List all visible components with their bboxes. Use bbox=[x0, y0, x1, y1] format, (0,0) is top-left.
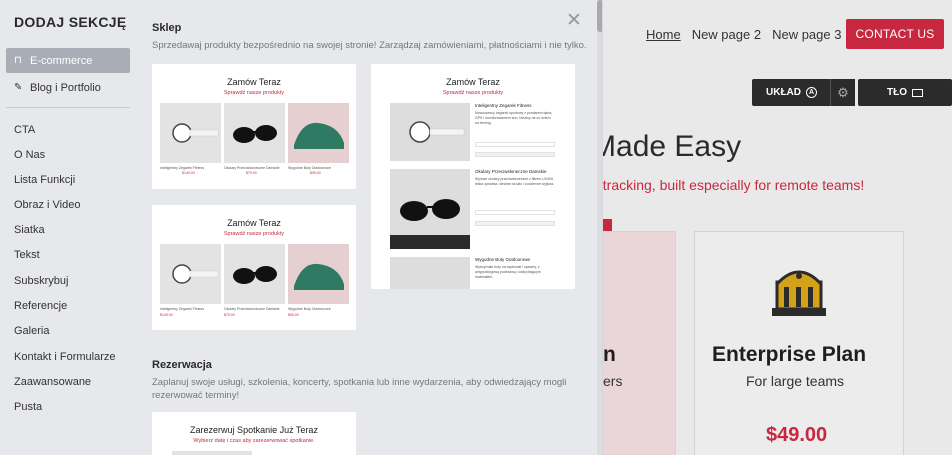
template-title: Zarezerwuj Spotkanie Już Teraz bbox=[190, 425, 318, 435]
close-icon[interactable]: ✕ bbox=[566, 11, 582, 30]
product-image-shoe bbox=[288, 103, 349, 163]
shopping-bag-icon: ⊓ bbox=[14, 55, 22, 66]
product-image-shoe bbox=[390, 257, 470, 289]
product-row-text: Inteligentny Zegarek Fitness Nowoczesny … bbox=[475, 103, 555, 126]
section-heading-shop: Sklep bbox=[152, 22, 182, 34]
template-shop-grid-1[interactable]: Zamów Teraz Sprawdź nasze produkty Intel… bbox=[152, 64, 356, 189]
edit-icon: ✎ bbox=[14, 82, 23, 93]
template-title: Zamów Teraz bbox=[227, 218, 281, 228]
add-to-cart-button[interactable] bbox=[475, 152, 555, 157]
pricing-card-basic-subtitle: ers bbox=[603, 373, 623, 389]
contact-us-button[interactable]: CONTACT US bbox=[846, 19, 944, 49]
section-description-shop: Sprzedawaj produkty bezpośrednio na swoj… bbox=[152, 40, 587, 51]
pricing-card-enterprise-price: $49.00 bbox=[766, 424, 828, 446]
product-row-text: Wygodne Buty Outdoorowe Wytrzymałe buty … bbox=[475, 257, 555, 280]
product-row-text: Okulary Przeciwsłoneczne Damskie Stylowe… bbox=[475, 169, 555, 187]
product-price: $79.00 bbox=[246, 171, 257, 175]
product-name: Inteligentny Zegarek Fitness bbox=[160, 166, 204, 170]
product-price: $99.00 bbox=[310, 171, 321, 175]
category-divider bbox=[6, 107, 130, 108]
pricing-card-enterprise-subtitle: For large teams bbox=[746, 373, 845, 389]
layout-control-label: UKŁAD bbox=[766, 87, 801, 98]
building-icon bbox=[772, 270, 826, 316]
product-price: $99.00 bbox=[288, 313, 299, 317]
pricing-card-basic-title: n bbox=[603, 343, 616, 366]
section-nav-siatka[interactable]: Siatka bbox=[14, 224, 45, 236]
panel-scrollbar-thumb[interactable] bbox=[597, 0, 602, 32]
product-name: Okulary Przeciwsłoneczne Damskie bbox=[475, 169, 547, 174]
product-image-sunglasses bbox=[224, 103, 285, 163]
hero-subtitle: t tracking, built especially for remote … bbox=[595, 177, 865, 193]
section-nav-subskrybuj[interactable]: Subskrybuj bbox=[14, 275, 68, 287]
panel-title: DODAJ SEKCJĘ bbox=[14, 14, 127, 30]
category-blog-portfolio[interactable]: ✎ Blog i Portfolio bbox=[6, 75, 130, 100]
booking-calendar-preview bbox=[172, 451, 252, 455]
nav-link-home[interactable]: Home bbox=[646, 27, 681, 42]
add-section-panel: DODAJ SEKCJĘ ⊓ E-commerce ✎ Blog i Portf… bbox=[0, 0, 603, 455]
section-nav-tekst[interactable]: Tekst bbox=[14, 249, 40, 261]
product-image-watch bbox=[160, 103, 221, 163]
add-to-cart-button[interactable] bbox=[475, 221, 555, 226]
background-control-button[interactable]: TŁO bbox=[858, 79, 952, 106]
section-nav-cta[interactable]: CTA bbox=[14, 124, 35, 136]
nav-link-page-2[interactable]: New page 2 bbox=[692, 27, 761, 42]
panel-scrollbar[interactable] bbox=[597, 0, 602, 455]
product-price: $79.00 bbox=[224, 313, 235, 317]
template-title: Zamów Teraz bbox=[227, 77, 281, 87]
product-name: Wygodne Buty Outdoorowe bbox=[475, 257, 530, 262]
template-subtitle: Sprawdź nasze produkty bbox=[223, 231, 285, 237]
section-nav-lista-funkcji[interactable]: Lista Funkcji bbox=[14, 174, 75, 186]
product-description: Nowoczesny zegarek sportowy z pomiarem t… bbox=[475, 111, 553, 125]
quantity-stepper[interactable] bbox=[475, 210, 555, 215]
product-image-watch bbox=[160, 244, 221, 304]
template-shop-grid-2[interactable]: Zamów Teraz Sprawdź nasze produkty Intel… bbox=[152, 205, 356, 330]
category-e-commerce[interactable]: ⊓ E-commerce bbox=[6, 48, 130, 73]
product-image-sunglasses bbox=[224, 244, 285, 304]
section-heading-booking: Rezerwacja bbox=[152, 359, 212, 371]
template-shop-list[interactable]: Zamów Teraz Sprawdź nasze produkty Intel… bbox=[371, 64, 575, 289]
product-name: Okulary Przeciwsłoneczne Damskie bbox=[224, 166, 280, 170]
product-image-sunglasses bbox=[390, 169, 470, 249]
quantity-stepper[interactable] bbox=[475, 142, 555, 147]
section-description-booking: Zaplanuj swoje usługi, szkolenia, koncer… bbox=[152, 377, 567, 401]
section-nav-referencje[interactable]: Referencje bbox=[14, 300, 67, 312]
product-price: $149.00 bbox=[182, 171, 195, 175]
product-description: Stylowe okulary przeciwsłoneczne z filtr… bbox=[475, 177, 554, 186]
template-subtitle: Wybierz datę i czas aby zarezerwować spo… bbox=[193, 438, 315, 444]
category-label: E-commerce bbox=[30, 54, 93, 67]
product-name: Wygodne Buty Outdoorowe bbox=[288, 307, 331, 311]
template-booking[interactable]: Zarezerwuj Spotkanie Już Teraz Wybierz d… bbox=[152, 412, 356, 455]
template-subtitle: Sprawdź nasze produkty bbox=[223, 90, 285, 96]
pricing-card-enterprise-title: Enterprise Plan bbox=[712, 343, 867, 366]
layout-badge-icon: A bbox=[806, 87, 817, 98]
nav-link-page-3[interactable]: New page 3 bbox=[772, 27, 841, 42]
template-title: Zamów Teraz bbox=[446, 77, 500, 87]
gear-icon[interactable]: ⚙ bbox=[830, 79, 855, 106]
section-nav-galeria[interactable]: Galeria bbox=[14, 325, 49, 337]
section-nav-pusta[interactable]: Pusta bbox=[14, 401, 42, 413]
section-nav-o-nas[interactable]: O Nas bbox=[14, 149, 45, 161]
background-control-label: TŁO bbox=[887, 87, 907, 98]
section-nav-obraz-video[interactable]: Obraz i Video bbox=[14, 199, 80, 211]
product-image-shoe bbox=[288, 244, 349, 304]
image-icon bbox=[912, 88, 923, 97]
category-label: Blog i Portfolio bbox=[30, 81, 101, 94]
product-description: Wytrzymałe buty na wędrówki i spacery, z… bbox=[475, 265, 541, 279]
product-name: Inteligentny Zegarek Fitness bbox=[475, 103, 532, 108]
product-image-watch bbox=[390, 103, 470, 161]
product-name: Wygodne Buty Outdoorowe bbox=[288, 166, 331, 170]
template-subtitle: Sprawdź nasze produkty bbox=[442, 90, 504, 96]
product-name: Inteligentny Zegarek Fitness bbox=[160, 307, 204, 311]
section-nav-zaawansowane[interactable]: Zaawansowane bbox=[14, 376, 91, 388]
product-price: $149.00 bbox=[160, 313, 173, 317]
site-navigation: Home New page 2 New page 3 bbox=[646, 27, 841, 42]
product-name: Okulary Przeciwsłoneczne Damskie bbox=[224, 307, 280, 311]
section-nav-kontakt[interactable]: Kontakt i Formularze bbox=[14, 351, 115, 363]
